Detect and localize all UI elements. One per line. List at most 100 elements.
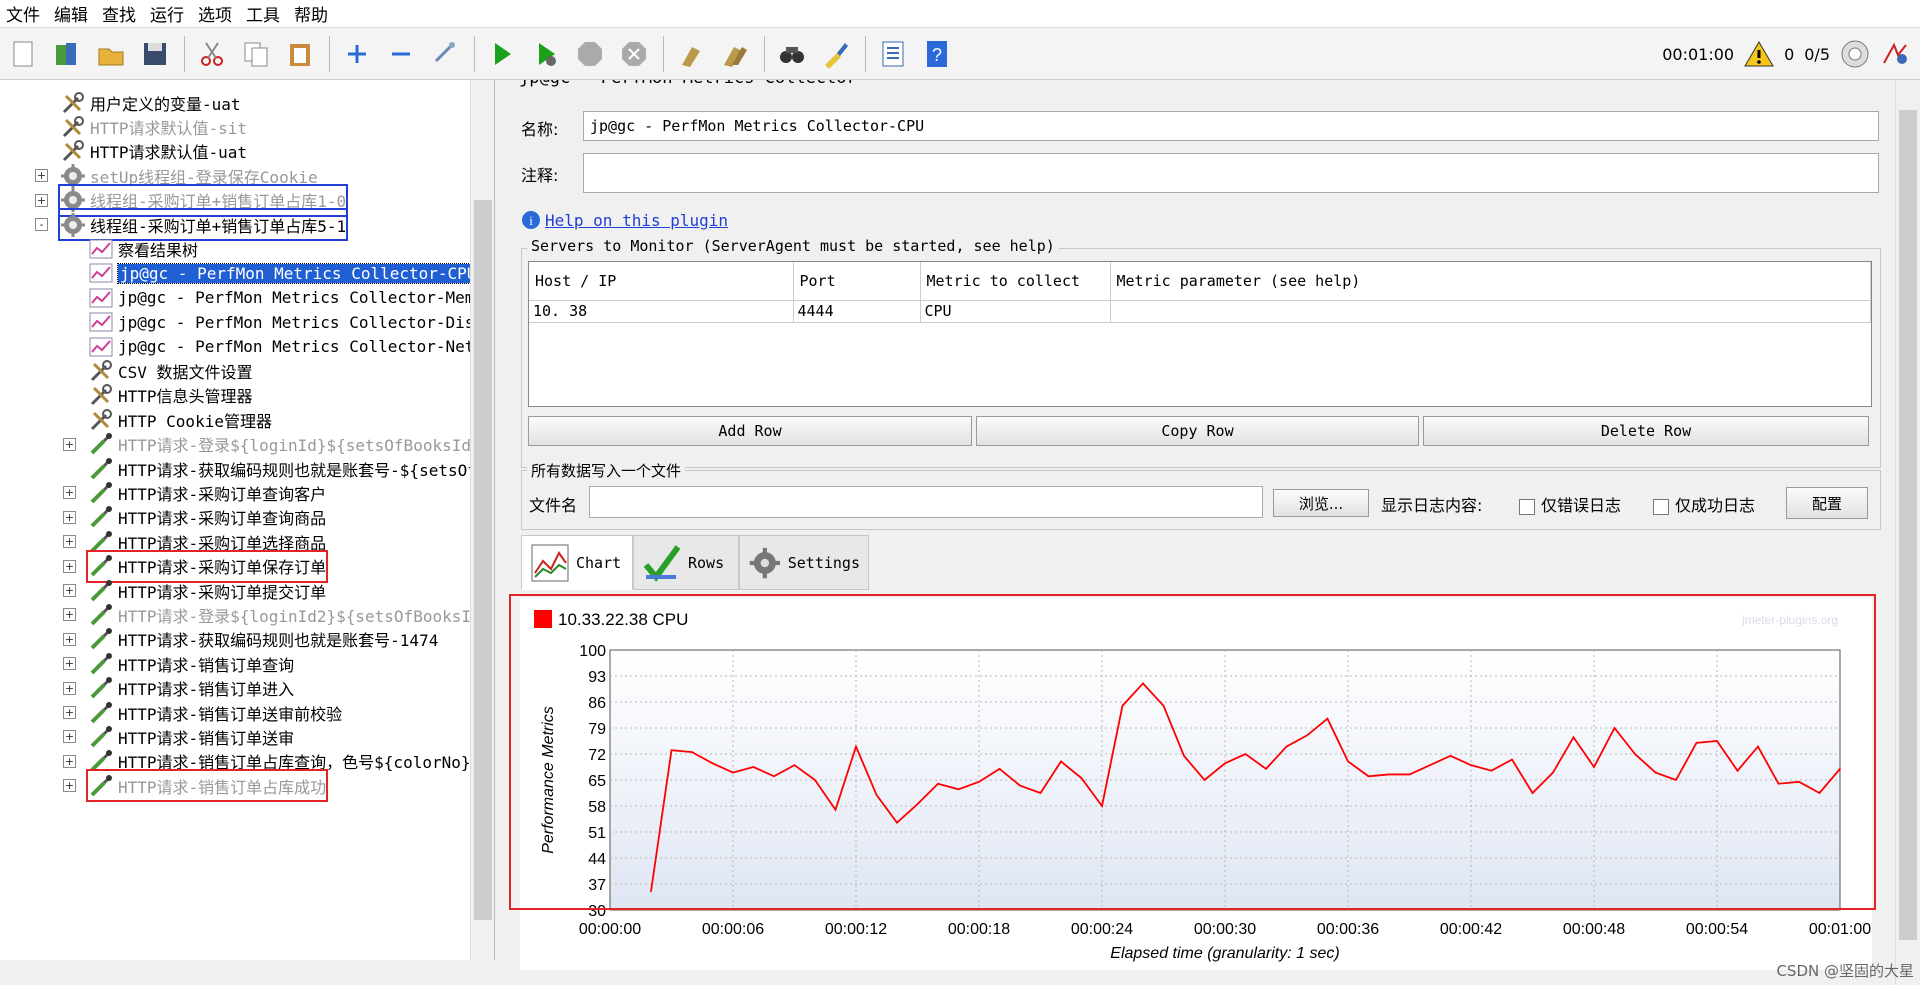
column-host[interactable]: Host / IP [529,262,794,301]
remote-status-icon [1841,40,1869,68]
success-only-option[interactable]: 仅成功日志 [1653,492,1755,516]
new-icon[interactable] [6,37,40,71]
search-icon[interactable] [775,37,809,71]
x-axis-label: Elapsed time (granularity: 1 sec) [1110,945,1339,962]
tree-expander[interactable]: + [63,657,76,671]
tree-item-label: HTTP信息头管理器 [118,387,253,407]
copy-icon[interactable] [239,37,273,71]
tree-item-label: HTTP请求-销售订单查询 [118,655,295,675]
panel-vertical-scrollbar[interactable] [1895,80,1920,985]
pipette-icon [88,773,114,799]
tree-item-label: HTTP请求-采购订单保存订单 [118,558,327,578]
column-metric-param[interactable]: Metric parameter (see help) [1110,262,1871,301]
tree-expander[interactable]: + [63,779,76,793]
shutdown-icon[interactable] [617,37,651,71]
tree-expander[interactable]: + [63,608,76,622]
clear-all-icon[interactable] [718,37,752,71]
tree-item-label: HTTP请求-采购订单选择商品 [118,533,327,553]
metric-param-cell[interactable] [1110,300,1871,323]
toolbar-separator [329,35,330,72]
save-icon[interactable] [138,37,172,71]
comment-input[interactable] [583,153,1879,193]
tree-expander[interactable]: + [63,437,76,451]
errors-only-checkbox[interactable] [1519,498,1535,515]
help-plugin-link[interactable]: Help on this plugin [545,211,728,230]
configure-button[interactable]: 配置 [1786,487,1868,519]
menu-search[interactable]: 查找 [102,1,136,26]
cut-icon[interactable] [195,37,229,71]
reset-search-icon[interactable] [819,37,853,71]
column-metric[interactable]: Metric to collect [920,262,1111,301]
menu-file[interactable]: 文件 [6,1,40,26]
tab-rows[interactable]: Rows [633,535,739,590]
errors-only-label: 仅错误日志 [1541,496,1622,515]
toggle-icon[interactable] [428,37,462,71]
collapse-icon[interactable] [384,37,418,71]
table-row[interactable]: 10. 38 4444 CPU [529,300,1871,323]
check-icon [643,544,681,582]
copy-row-button[interactable]: Copy Row [976,416,1419,446]
tab-chart-label: Chart [576,553,622,572]
port-cell[interactable]: 4444 [793,300,921,323]
tab-settings[interactable]: Settings [739,535,869,590]
browse-button[interactable]: 浏览... [1273,489,1369,517]
tree-expander[interactable]: + [35,193,48,207]
open-icon[interactable] [94,37,128,71]
tree-expander[interactable]: + [63,632,76,646]
panel-scroll-thumb[interactable] [1899,110,1917,940]
x-tick-label: 00:00:12 [825,921,887,938]
tree-scroll-thumb[interactable] [474,200,492,920]
tree-vertical-scrollbar[interactable] [470,80,494,960]
filename-input[interactable] [589,486,1263,518]
tree-expander[interactable]: + [63,754,76,768]
add-row-button[interactable]: Add Row [528,416,972,446]
metric-cell[interactable]: CPU [920,300,1111,323]
function-helper-icon[interactable] [876,37,910,71]
test-plan-tree[interactable]: 用户定义的变量-uat HTTP请求默认值-sit HTTP请求默认值-uat + se… [0,80,495,960]
x-tick-label: 00:00:42 [1440,921,1502,938]
menu-options[interactable]: 选项 [198,1,232,26]
tree-expander[interactable]: + [63,681,76,695]
tree-expander[interactable]: - [35,218,48,231]
tree-item-label: HTTP请求-登录${loginId}${setsOfBooksId} [118,436,481,456]
tree-item-label: HTTP请求-采购订单提交订单 [118,582,327,602]
tree-expander[interactable]: + [63,535,76,549]
tree-expander[interactable]: + [63,706,76,719]
tree-expander[interactable]: + [63,730,76,744]
x-tick-label: 00:00:36 [1317,921,1379,938]
clear-icon[interactable] [674,37,708,71]
thread-count: 0/5 [1804,44,1830,64]
delete-row-button[interactable]: Delete Row [1423,416,1869,446]
start-icon[interactable] [485,37,519,71]
errors-only-option[interactable]: 仅错误日志 [1519,492,1621,516]
column-port[interactable]: Port [793,262,921,301]
tree-expander[interactable]: + [63,584,76,597]
name-input[interactable]: jp@gc - PerfMon Metrics Collector-CPU [583,111,1879,141]
tree-item-label: 察看结果树 [118,240,199,260]
stop-icon[interactable] [573,37,607,71]
toolbar-separator [865,35,866,72]
tree-item[interactable]: HTTP请求-销售订单占库成功 [85,769,329,803]
start-no-pauses-icon[interactable] [529,37,563,71]
menu-edit[interactable]: 编辑 [54,1,88,26]
menu-help[interactable]: 帮助 [294,1,328,26]
host-cell[interactable]: 10. 38 [529,300,794,323]
tree-expander[interactable]: + [63,510,76,524]
tree-item-label: jp@gc - PerfMon Metrics Collector-Memory [118,288,495,308]
log-viewer-icon[interactable] [1880,39,1910,69]
x-tick-label: 00:00:30 [1194,921,1256,938]
tab-chart[interactable]: Chart [521,535,633,590]
menu-tools[interactable]: 工具 [246,1,280,26]
tree-expander[interactable]: + [63,559,76,573]
servers-table[interactable]: Host / IP Port Metric to collect Metric … [528,261,1872,407]
expand-icon[interactable] [340,37,374,71]
success-only-checkbox[interactable] [1653,498,1669,515]
help-icon[interactable]: ? [920,37,954,71]
servers-group-title: Servers to Monitor (ServerAgent must be … [527,237,1059,255]
tree-expander[interactable]: + [35,169,48,183]
paste-icon[interactable] [283,37,317,71]
menu-run[interactable]: 运行 [150,1,184,26]
warning-icon[interactable] [1744,40,1774,68]
tree-expander[interactable]: + [63,486,76,500]
templates-icon[interactable] [50,37,84,71]
